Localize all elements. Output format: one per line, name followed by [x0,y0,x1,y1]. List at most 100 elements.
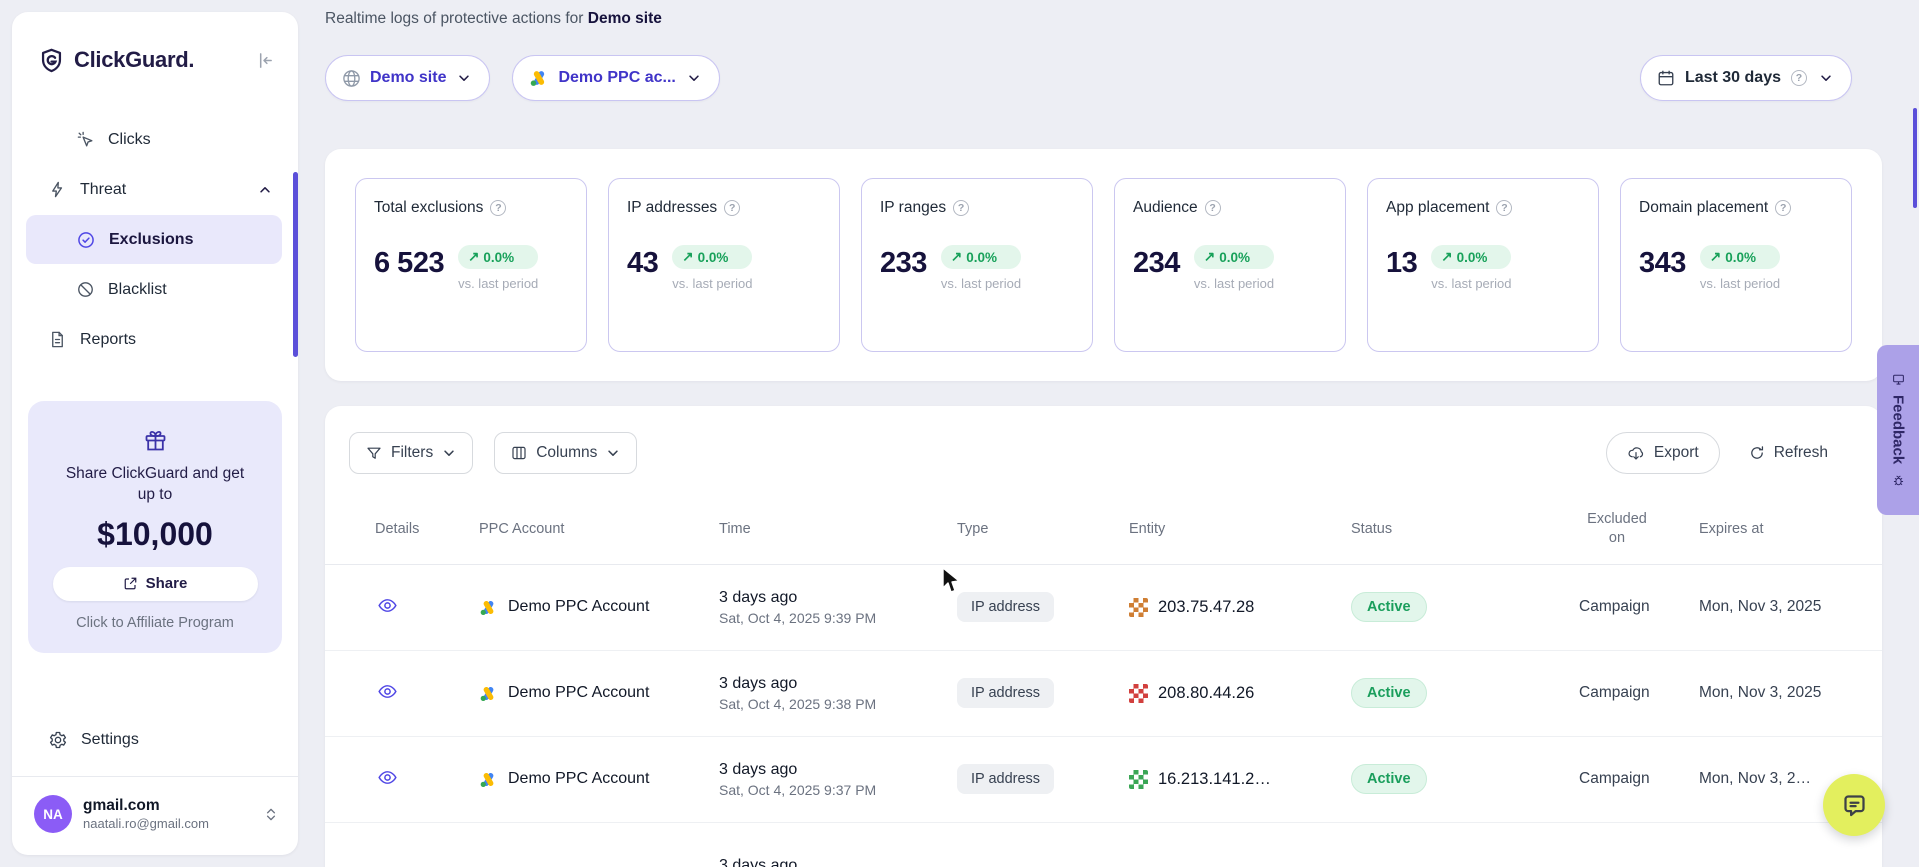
entity-identicon [1129,598,1148,617]
google-ads-icon [529,68,549,88]
chevron-down-icon [442,446,456,460]
trend-badge: ↗ 0.0% [1700,245,1780,269]
row-time: 3 days ago Sat, Oct 4, 2025 9:39 PM [719,589,957,626]
sidebar-item-threat[interactable]: Threat [26,165,282,214]
ppc-account-selector-label: Demo PPC ac... [558,69,675,87]
collapse-icon [255,51,274,70]
time-relative: 3 days ago [719,675,957,693]
row-details-eye-button[interactable] [375,679,400,704]
time-absolute: Sat, Oct 4, 2025 9:39 PM [719,610,957,626]
bug-icon [1892,474,1905,487]
column-header-time: Time [719,521,957,537]
row-ppc-account: Demo PPC Account [479,684,719,703]
ppc-account-name: Demo PPC Account [508,770,649,788]
chevron-down-icon [457,71,471,85]
sidebar-item-blacklist[interactable]: Blacklist [26,265,282,314]
sidebar-item-exclusions[interactable]: Exclusions [26,215,282,264]
refresh-button-label: Refresh [1774,444,1828,462]
sidebar-item-label: Blacklist [108,281,167,299]
export-button-label: Export [1654,444,1699,462]
entity-identicon [1129,770,1148,789]
help-icon[interactable]: ? [1205,200,1221,216]
clickguard-logo-icon [38,47,65,74]
eye-icon [377,767,398,788]
trend-up-icon: ↗ [1204,249,1215,265]
trend-up-icon: ↗ [1710,249,1721,265]
time-absolute: Sat, Oct 4, 2025 9:37 PM [719,782,957,798]
date-range-dropdown[interactable]: Last 30 days ? [1640,55,1852,101]
page-scrollbar-thumb[interactable] [1913,108,1917,208]
stat-label: Audience [1133,199,1198,217]
help-icon[interactable]: ? [1791,70,1807,86]
stat-label: Total exclusions [374,199,483,217]
sidebar-spacer [12,653,298,715]
chat-widget-button[interactable] [1823,774,1885,836]
stat-card-ip-ranges: IP ranges ? 233 ↗0.0% vs. last period [861,178,1093,352]
stat-label: App placement [1386,199,1489,217]
column-header-details: Details [375,521,479,537]
time-relative: 3 days ago [719,857,957,867]
refresh-button[interactable]: Refresh [1741,432,1836,474]
row-time: 3 days ago Sat, Oct 4, 2025 9:37 PM [719,761,957,798]
threat-lightning-icon [48,180,67,199]
gift-icon [48,427,262,454]
refresh-icon [1749,445,1765,461]
delta-caption: vs. last period [672,276,752,291]
row-details-eye-button[interactable] [375,593,400,618]
table-row: Demo PPC Account 3 days ago Sat, Oct 4, … [325,565,1882,651]
help-icon[interactable]: ? [1775,200,1791,216]
export-button[interactable]: Export [1606,432,1720,474]
time-absolute: Sat, Oct 4, 2025 9:38 PM [719,696,957,712]
help-icon[interactable]: ? [1496,200,1512,216]
user-email: naatali.ro@gmail.com [83,816,209,832]
stats-summary-card: Total exclusions ? 6 523 ↗0.0% vs. last … [325,149,1882,381]
exclusions-table-card: Filters Columns Export Refresh [325,406,1882,867]
sidebar-collapse-button[interactable] [251,47,278,74]
columns-button[interactable]: Columns [494,432,637,474]
table-row: Demo PPC Account 3 days ago Sat, Oct 4, … [325,651,1882,737]
delta-caption: vs. last period [1700,276,1780,291]
help-icon[interactable]: ? [490,200,506,216]
column-header-ppc-account: PPC Account [479,521,719,537]
status-badge: Active [1351,764,1427,794]
help-icon[interactable]: ? [953,200,969,216]
delta-caption: vs. last period [1194,276,1274,291]
delta-value: 0.0% [1725,250,1756,265]
sidebar-item-settings[interactable]: Settings [26,715,282,764]
sidebar-item-clicks[interactable]: Clicks [26,115,282,164]
ppc-account-name: Demo PPC Account [508,598,649,616]
help-icon[interactable]: ? [724,200,740,216]
settings-label: Settings [81,731,139,749]
stat-label: IP addresses [627,199,717,217]
entity-value: 203.75.47.28 [1158,598,1254,617]
trend-up-icon: ↗ [1441,249,1452,265]
row-details-eye-button[interactable] [375,765,400,790]
funnel-icon [366,445,382,461]
ppc-account-name: Demo PPC Account [508,684,649,702]
type-badge: IP address [957,764,1054,794]
google-ads-icon [479,770,498,789]
ppc-account-selector-dropdown[interactable]: Demo PPC ac... [512,55,719,101]
sidebar-item-label: Threat [80,181,126,199]
sidebar-scrollbar-thumb[interactable] [293,172,298,357]
filters-button-label: Filters [391,444,433,462]
sidebar-item-reports[interactable]: Reports [26,315,282,364]
main-content: Realtime logs of protective actions for … [325,0,1882,867]
feedback-tab[interactable]: Feedback [1877,345,1919,515]
affiliate-program-link[interactable]: Click to Affiliate Program [48,615,262,631]
eye-icon [377,681,398,702]
trend-up-icon: ↗ [682,249,693,265]
trend-badge: ↗0.0% [1194,245,1274,269]
chevron-updown-icon[interactable] [264,806,278,823]
entity-value: 208.80.44.26 [1158,684,1254,703]
promo-amount: $10,000 [48,516,262,553]
filters-button[interactable]: Filters [349,432,473,474]
share-button[interactable]: Share [53,567,258,601]
sidebar-item-label: Reports [80,331,136,349]
globe-icon [342,69,361,88]
site-selector-dropdown[interactable]: Demo site [325,55,490,101]
trend-badge: ↗0.0% [941,245,1021,269]
user-account-section[interactable]: NA gmail.com naatali.ro@gmail.com [12,776,298,855]
delta-caption: vs. last period [941,276,1021,291]
sidebar-item-label: Clicks [108,131,151,149]
